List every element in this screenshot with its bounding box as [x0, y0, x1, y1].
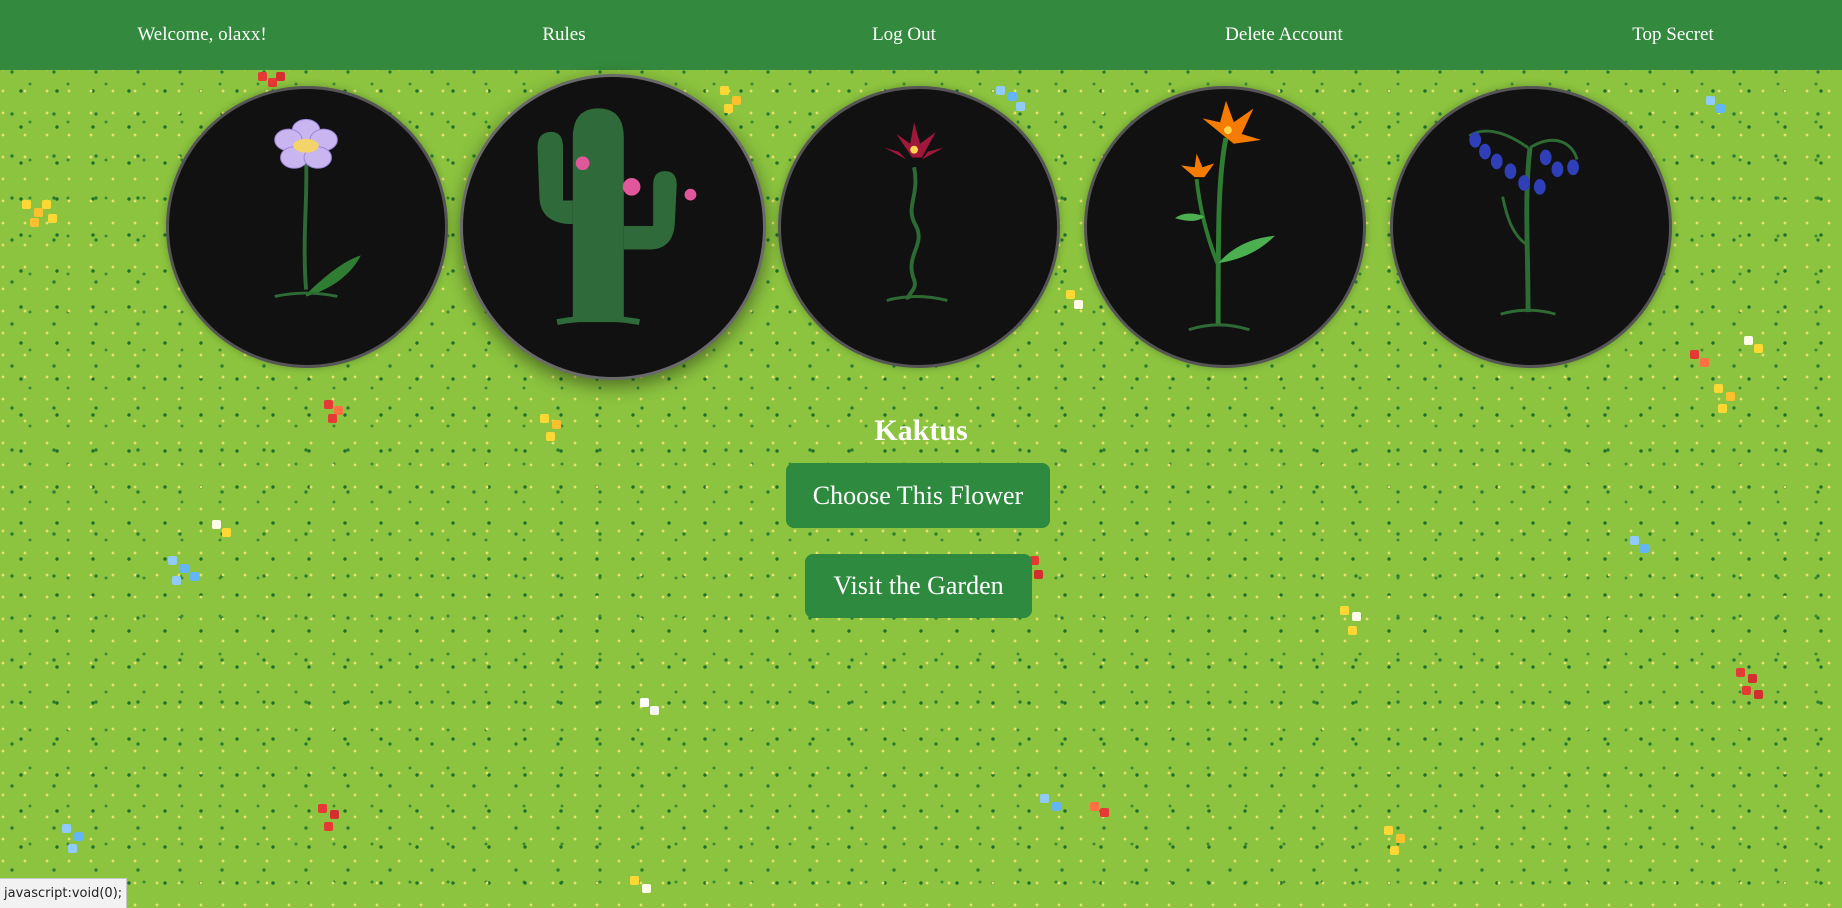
flower-option-cactus[interactable]	[460, 74, 766, 380]
orange-lily-icon	[1175, 100, 1275, 332]
choose-flower-button[interactable]: Choose This Flower	[786, 463, 1050, 528]
flower-option-orange-lily[interactable]	[1084, 86, 1366, 368]
flower-option-daisy[interactable]	[166, 86, 448, 368]
flower-option-red-lily[interactable]	[778, 86, 1060, 368]
selected-flower-name: Kaktus	[874, 414, 968, 447]
visit-garden-button[interactable]: Visit the Garden	[805, 554, 1032, 618]
rules-link[interactable]: Rules	[520, 0, 608, 70]
red-lily-icon	[884, 122, 948, 302]
browser-status-bar: javascript:void(0);	[0, 878, 128, 908]
top-navigation-bar: Welcome, olaxx! Rules Log Out Delete Acc…	[0, 0, 1842, 70]
top-secret-link[interactable]: Top Secret	[1616, 0, 1730, 70]
delete-account-link[interactable]: Delete Account	[1200, 0, 1368, 70]
flower-option-bluebell[interactable]	[1390, 86, 1672, 368]
cactus-icon	[537, 108, 697, 325]
bluebell-icon	[1468, 129, 1579, 316]
welcome-link[interactable]: Welcome, olaxx!	[100, 0, 304, 70]
daisy-flower-icon	[274, 118, 361, 298]
logout-link[interactable]: Log Out	[850, 0, 958, 70]
